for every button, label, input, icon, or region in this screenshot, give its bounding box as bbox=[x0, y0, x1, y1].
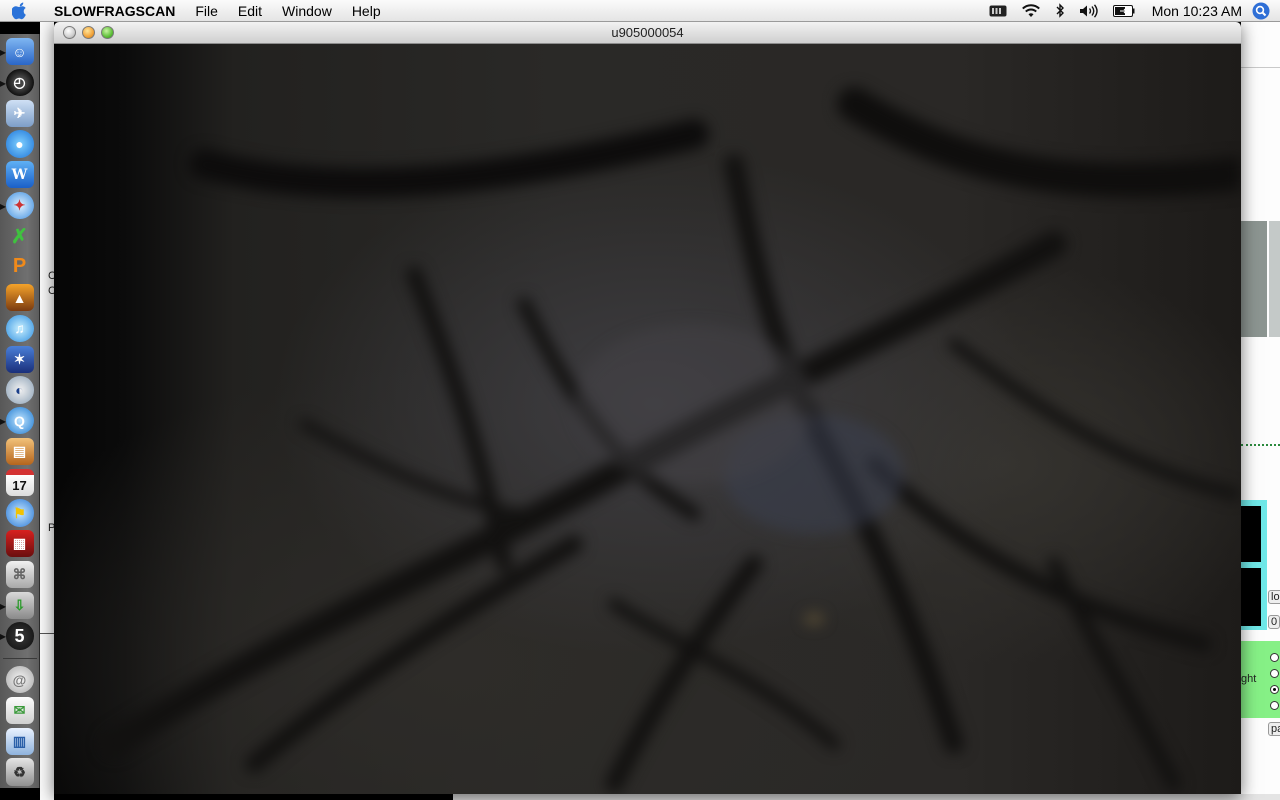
background-image-panel bbox=[1269, 221, 1280, 337]
system-prefs-icon[interactable]: ⌘ bbox=[5, 560, 34, 589]
mail-icon[interactable]: ✈ bbox=[5, 99, 34, 127]
wifi-icon[interactable] bbox=[1014, 0, 1048, 22]
trash-icon[interactable]: ♻ bbox=[5, 758, 34, 786]
background-divider bbox=[40, 633, 54, 634]
dashboard-icon[interactable]: ▶ ◴ bbox=[0, 68, 34, 96]
dock-separator bbox=[2, 658, 37, 660]
word-icon[interactable]: W bbox=[5, 161, 34, 189]
ical-day: 17 bbox=[12, 477, 27, 493]
spotlight-icon[interactable] bbox=[1250, 0, 1272, 22]
bluetooth-icon[interactable] bbox=[1048, 0, 1072, 22]
flash-icon[interactable]: ▦ bbox=[5, 530, 34, 558]
itunes-icon[interactable]: ♫ bbox=[5, 314, 34, 342]
background-preview bbox=[1241, 568, 1261, 626]
ichat-icon[interactable]: ● bbox=[5, 130, 34, 158]
background-radio-selected[interactable] bbox=[1270, 685, 1279, 694]
window-title: u905000054 bbox=[611, 25, 684, 40]
battery-icon[interactable] bbox=[1106, 0, 1142, 22]
window-menu[interactable]: Window bbox=[272, 3, 342, 19]
installer-icon[interactable]: ▶ ⇩ bbox=[0, 591, 34, 619]
photo-booth-icon[interactable]: ▲ bbox=[5, 284, 34, 312]
apple-menu-icon[interactable] bbox=[0, 0, 40, 22]
iphoto-icon[interactable]: ▤ bbox=[5, 437, 34, 465]
background-image-panel bbox=[1241, 221, 1267, 337]
ichat-av-icon[interactable]: ⚑ bbox=[5, 499, 34, 527]
safari-icon[interactable]: ▶ ✦ bbox=[0, 191, 34, 219]
video-frame[interactable] bbox=[54, 44, 1241, 794]
applications-icon[interactable]: ▥ bbox=[5, 727, 34, 755]
background-strip bbox=[453, 794, 1280, 800]
five-label: 5 bbox=[14, 625, 25, 646]
help-menu[interactable]: Help bbox=[342, 3, 391, 19]
documents-icon[interactable]: ✉ bbox=[5, 696, 34, 725]
background-divider bbox=[1241, 67, 1280, 68]
edit-menu[interactable]: Edit bbox=[228, 3, 272, 19]
menu-clock[interactable]: Mon 10:23 AM bbox=[1142, 3, 1250, 19]
background-label: ght bbox=[1241, 673, 1257, 685]
battery-meter-icon[interactable] bbox=[982, 0, 1014, 22]
background-preview bbox=[1241, 506, 1261, 562]
background-dotted-line bbox=[1241, 444, 1280, 446]
dock: ▶ ☺ ▶ ◴ ✈ ● W ▶ ✦ ✗ P ▲ ♫ ✶ ◐ ▶ Q ▤ 17 ⚑ ▦ ⌘… bbox=[0, 34, 40, 788]
video-window: u905000054 bbox=[54, 22, 1241, 794]
background-tag[interactable]: lo bbox=[1268, 590, 1280, 604]
background-radio[interactable] bbox=[1270, 701, 1279, 710]
file-menu[interactable]: File bbox=[185, 3, 228, 19]
finder-icon[interactable]: ▶ ☺ bbox=[0, 38, 34, 66]
volume-icon[interactable] bbox=[1072, 0, 1106, 22]
background-window-left bbox=[40, 22, 54, 800]
blurred-branches-image bbox=[101, 87, 1241, 793]
window-titlebar[interactable]: u905000054 bbox=[54, 22, 1241, 44]
background-radio[interactable] bbox=[1270, 653, 1279, 662]
imovie-icon[interactable]: ✶ bbox=[5, 345, 34, 373]
paint-icon[interactable]: P bbox=[6, 253, 34, 280]
menu-bar: SLOWFRAGSCAN File Edit Window Help Mon 1… bbox=[0, 0, 1280, 22]
itunes-x-icon[interactable]: ✗ bbox=[6, 223, 34, 250]
status-area: Mon 10:23 AM bbox=[982, 0, 1280, 22]
background-tag[interactable]: pa bbox=[1268, 722, 1280, 736]
mail-at-icon[interactable]: @ bbox=[5, 666, 34, 694]
app-name-menu[interactable]: SLOWFRAGSCAN bbox=[40, 3, 185, 19]
quicktime-icon[interactable]: ▶ Q bbox=[0, 407, 34, 435]
background-tag[interactable]: 0 bbox=[1268, 615, 1280, 629]
ical-icon[interactable]: 17 bbox=[5, 468, 34, 496]
helmet-icon[interactable]: ◐ bbox=[5, 376, 34, 404]
five-icon[interactable]: ▶ 5 bbox=[0, 622, 34, 650]
background-radio[interactable] bbox=[1270, 669, 1279, 678]
